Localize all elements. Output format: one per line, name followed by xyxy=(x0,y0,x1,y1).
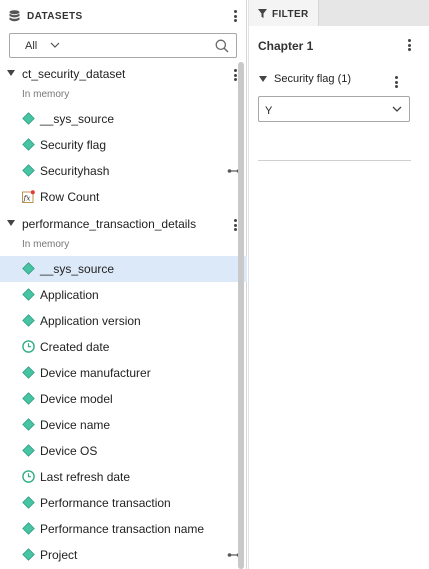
dataset-item-sys-source[interactable]: __sys_source xyxy=(0,256,247,282)
dataset-item-label: __sys_source xyxy=(40,262,115,276)
datasets-panel: DATASETS All ct_security_dataset In memo… xyxy=(0,0,247,569)
dataset-item-row-count[interactable]: fx Row Count xyxy=(0,184,237,210)
chapter-menu-kebab-icon[interactable] xyxy=(404,37,414,53)
chapter-title: Chapter 1 xyxy=(258,39,314,53)
search-scope-value[interactable]: All xyxy=(25,40,37,52)
dataset-name: ct_security_dataset xyxy=(22,67,126,81)
svg-text:fx: fx xyxy=(23,194,32,203)
dataset-item-securityhash[interactable]: Securityhash xyxy=(0,158,241,184)
filter-panel: FILTER Chapter 1 Security flag (1) Y xyxy=(248,0,429,569)
collapse-triangle-icon[interactable] xyxy=(7,220,15,227)
dataset-status: In memory xyxy=(22,89,70,100)
attribute-diamond-icon xyxy=(22,138,35,151)
dataset-item-label: Device name xyxy=(40,418,111,432)
dataset-item-created-date[interactable]: Created date xyxy=(0,334,237,360)
dataset-item-label: Project xyxy=(40,548,78,562)
filter-menu-kebab-icon[interactable] xyxy=(391,74,401,90)
dataset-item-last-refresh-date[interactable]: Last refresh date xyxy=(0,464,237,490)
chevron-down-icon[interactable] xyxy=(50,41,60,49)
datasets-header: DATASETS xyxy=(0,0,247,32)
datasets-title: DATASETS xyxy=(27,11,83,22)
attribute-diamond-icon xyxy=(22,418,35,431)
date-clock-icon xyxy=(22,470,35,483)
dataset-header-performance-transaction-details[interactable]: performance_transaction_details xyxy=(0,212,247,238)
dataset-item-security-flag[interactable]: Security flag xyxy=(0,132,237,158)
chevron-down-icon[interactable] xyxy=(392,105,402,113)
dataset-item-label: Last refresh date xyxy=(40,470,131,484)
dataset-item-label: Application xyxy=(40,288,99,302)
tab-filter-label: FILTER xyxy=(272,9,309,20)
attribute-diamond-icon xyxy=(22,164,35,177)
collapse-triangle-icon[interactable] xyxy=(259,76,267,83)
fx-metric-icon: fx xyxy=(22,190,35,203)
dataset-item-label: Created date xyxy=(40,340,110,354)
dataset-item-device-os[interactable]: Device OS xyxy=(0,438,237,464)
dataset-search-input[interactable]: All xyxy=(9,33,237,58)
dataset-item-device-model[interactable]: Device model xyxy=(0,386,237,412)
security-flag-select[interactable]: Y xyxy=(258,96,410,122)
dataset-item-label: Device OS xyxy=(40,444,98,458)
search-icon[interactable] xyxy=(215,39,229,53)
dataset-item-label: Security flag xyxy=(40,138,107,152)
dataset-item-label: Performance transaction xyxy=(40,496,171,510)
collapse-triangle-icon[interactable] xyxy=(7,70,15,77)
database-icon xyxy=(9,10,20,22)
dataset-item-label: __sys_source xyxy=(40,112,115,126)
dataset-item-label: Device manufacturer xyxy=(40,366,151,380)
dataset-item-performance-transaction[interactable]: Performance transaction xyxy=(0,490,237,516)
attribute-diamond-icon xyxy=(22,444,35,457)
dataset-header-ct-security-dataset[interactable]: ct_security_dataset xyxy=(0,62,247,88)
attribute-diamond-icon xyxy=(22,522,35,535)
dataset-status: In memory xyxy=(22,239,70,250)
dataset-item-application-version[interactable]: Application version xyxy=(0,308,237,334)
filter-divider xyxy=(258,160,411,161)
attribute-diamond-icon xyxy=(22,392,35,405)
attribute-diamond-icon xyxy=(22,288,35,301)
dataset-item-device-name[interactable]: Device name xyxy=(0,412,237,438)
date-clock-icon xyxy=(22,340,35,353)
dataset-item-label: Row Count xyxy=(40,190,100,204)
attribute-diamond-icon xyxy=(22,112,35,125)
attribute-diamond-icon xyxy=(22,548,35,561)
datasets-scrollbar[interactable] xyxy=(238,62,244,569)
scrollbar-thumb[interactable] xyxy=(238,62,244,569)
attribute-diamond-icon xyxy=(22,496,35,509)
attribute-diamond-icon xyxy=(22,314,35,327)
dataset-item-project[interactable]: Project xyxy=(0,542,241,568)
dataset-item-label: Application version xyxy=(40,314,141,328)
attribute-diamond-icon xyxy=(22,262,35,275)
dataset-item-label: Device model xyxy=(40,392,113,406)
filter-tabbar: FILTER xyxy=(249,0,429,26)
dataset-item-application[interactable]: Application xyxy=(0,282,237,308)
dataset-item-label: Performance transaction name xyxy=(40,522,205,536)
filter-funnel-icon xyxy=(258,9,267,18)
security-flag-selected-value[interactable]: Y xyxy=(265,105,272,117)
dataset-name: performance_transaction_details xyxy=(22,217,197,231)
filter-label: Security flag (1) xyxy=(274,73,352,85)
datasets-menu-kebab-icon[interactable] xyxy=(230,8,240,24)
attribute-diamond-icon xyxy=(22,366,35,379)
dataset-item-sys-source[interactable]: __sys_source xyxy=(0,106,237,132)
dataset-item-performance-transaction-name[interactable]: Performance transaction name xyxy=(0,516,237,542)
dataset-item-device-manufacturer[interactable]: Device manufacturer xyxy=(0,360,237,386)
tab-filter[interactable]: FILTER xyxy=(249,0,319,26)
dataset-item-label: Securityhash xyxy=(40,164,110,178)
